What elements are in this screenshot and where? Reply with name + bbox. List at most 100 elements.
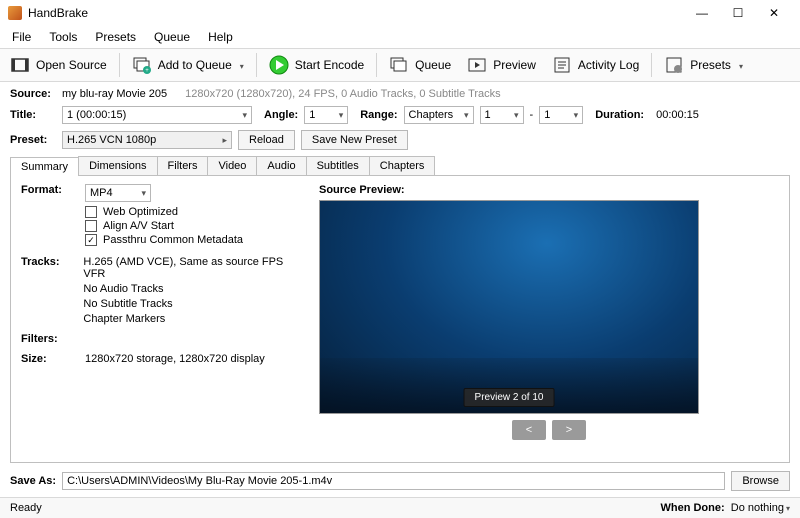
minimize-button[interactable]: — (684, 2, 720, 24)
source-label: Source: (10, 88, 56, 100)
tab-filters[interactable]: Filters (157, 156, 209, 175)
menu-presets[interactable]: Presets (87, 28, 144, 46)
titlebar: HandBrake — ☐ ✕ (0, 0, 800, 26)
duration-value: 00:00:15 (656, 109, 699, 121)
filters-label: Filters: (21, 333, 71, 345)
tab-subtitles[interactable]: Subtitles (306, 156, 370, 175)
range-dash: - (530, 109, 534, 121)
format-value: MP4 (90, 187, 113, 199)
tab-audio[interactable]: Audio (256, 156, 306, 175)
presets-label: Presets (690, 58, 731, 72)
save-as-input[interactable]: C:\Users\ADMIN\Videos\My Blu-Ray Movie 2… (62, 472, 725, 490)
preset-row: Preset: H.265 VCN 1080p▸ Reload Save New… (10, 130, 790, 150)
queue-add-icon: + (132, 55, 152, 75)
menu-file[interactable]: File (4, 28, 39, 46)
summary-left: Format: MP4▾ Web Optimized Align A/V Sta… (21, 184, 301, 454)
tab-summary[interactable]: Summary (10, 157, 79, 176)
start-encode-label: Start Encode (295, 58, 364, 72)
preview-prev-button[interactable]: < (512, 420, 546, 440)
align-av-label: Align A/V Start (103, 220, 174, 232)
separator (651, 53, 652, 77)
menu-help[interactable]: Help (200, 28, 241, 46)
source-row: Source: my blu-ray Movie 205 1280x720 (1… (10, 88, 790, 100)
web-optimized-row[interactable]: Web Optimized (85, 206, 243, 218)
chevron-down-icon[interactable] (737, 58, 743, 72)
track-line: H.265 (AMD VCE), Same as source FPS VFR (83, 256, 301, 280)
preview-badge: Preview 2 of 10 (464, 388, 555, 407)
chevron-down-icon (784, 502, 790, 514)
when-done: When Done: Do nothing (660, 502, 790, 514)
tab-strip: Summary Dimensions Filters Video Audio S… (10, 156, 790, 176)
tab-video[interactable]: Video (207, 156, 257, 175)
title-select[interactable]: 1 (00:00:15)▾ (62, 106, 252, 124)
separator (119, 53, 120, 77)
maximize-button[interactable]: ☐ (720, 2, 756, 24)
passthru-checkbox[interactable] (85, 234, 97, 246)
range-mode-value: Chapters (409, 109, 454, 121)
tab-dimensions[interactable]: Dimensions (78, 156, 157, 175)
queue-icon (389, 55, 409, 75)
angle-value: 1 (309, 109, 315, 121)
browse-button[interactable]: Browse (731, 471, 790, 491)
preview-next-button[interactable]: > (552, 420, 586, 440)
presets-icon (664, 55, 684, 75)
add-to-queue-label: Add to Queue (158, 58, 232, 72)
preset-select[interactable]: H.265 VCN 1080p▸ (62, 131, 232, 149)
queue-button[interactable]: Queue (385, 53, 455, 77)
summary-right: Source Preview: Preview 2 of 10 < > (319, 184, 779, 454)
svg-text:+: + (145, 68, 149, 74)
passthru-label: Passthru Common Metadata (103, 234, 243, 246)
app-icon (8, 6, 22, 20)
menu-tools[interactable]: Tools (41, 28, 85, 46)
chevron-down-icon[interactable] (238, 58, 244, 72)
when-done-select[interactable]: Do nothing (731, 502, 790, 514)
angle-select[interactable]: 1▾ (304, 106, 348, 124)
range-to-select[interactable]: 1▾ (539, 106, 583, 124)
open-source-button[interactable]: Open Source (6, 53, 111, 77)
menu-queue[interactable]: Queue (146, 28, 198, 46)
activity-log-button[interactable]: Activity Log (548, 53, 643, 77)
range-to-value: 1 (544, 109, 550, 121)
open-source-label: Open Source (36, 58, 107, 72)
angle-label: Angle: (264, 109, 298, 121)
preview-nav: < > (319, 420, 779, 440)
title-value: 1 (00:00:15) (67, 109, 126, 121)
preset-value: H.265 VCN 1080p (67, 134, 156, 146)
window-title: HandBrake (28, 6, 684, 20)
source-preview-label: Source Preview: (319, 184, 779, 196)
save-as-label: Save As: (10, 475, 56, 487)
start-encode-button[interactable]: Start Encode (265, 53, 368, 77)
reload-button[interactable]: Reload (238, 130, 295, 150)
format-select[interactable]: MP4▾ (85, 184, 151, 202)
when-done-label: When Done: (660, 502, 724, 514)
preset-label: Preset: (10, 134, 56, 146)
range-from-select[interactable]: 1▾ (480, 106, 524, 124)
track-line: No Subtitle Tracks (83, 298, 301, 310)
presets-button[interactable]: Presets (660, 53, 747, 77)
save-preset-button[interactable]: Save New Preset (301, 130, 408, 150)
close-button[interactable]: ✕ (756, 2, 792, 24)
preview-label: Preview (493, 58, 536, 72)
film-icon (10, 55, 30, 75)
range-mode-select[interactable]: Chapters▾ (404, 106, 474, 124)
preview-button[interactable]: Preview (463, 53, 540, 77)
content: Source: my blu-ray Movie 205 1280x720 (1… (0, 82, 800, 467)
passthru-row[interactable]: Passthru Common Metadata (85, 234, 243, 246)
web-optimized-label: Web Optimized (103, 206, 178, 218)
track-line: Chapter Markers (83, 313, 301, 325)
status-text: Ready (10, 502, 42, 514)
preview-image[interactable]: Preview 2 of 10 (319, 200, 699, 414)
log-icon (552, 55, 572, 75)
range-from-value: 1 (485, 109, 491, 121)
align-av-checkbox[interactable] (85, 220, 97, 232)
title-row: Title: 1 (00:00:15)▾ Angle: 1▾ Range: Ch… (10, 106, 790, 124)
add-to-queue-button[interactable]: + Add to Queue (128, 53, 248, 77)
activity-log-label: Activity Log (578, 58, 639, 72)
source-info: 1280x720 (1280x720), 24 FPS, 0 Audio Tra… (185, 88, 501, 100)
title-label: Title: (10, 109, 56, 121)
web-optimized-checkbox[interactable] (85, 206, 97, 218)
tab-chapters[interactable]: Chapters (369, 156, 436, 175)
size-value: 1280x720 storage, 1280x720 display (85, 353, 265, 365)
align-av-row[interactable]: Align A/V Start (85, 220, 243, 232)
size-label: Size: (21, 353, 71, 365)
